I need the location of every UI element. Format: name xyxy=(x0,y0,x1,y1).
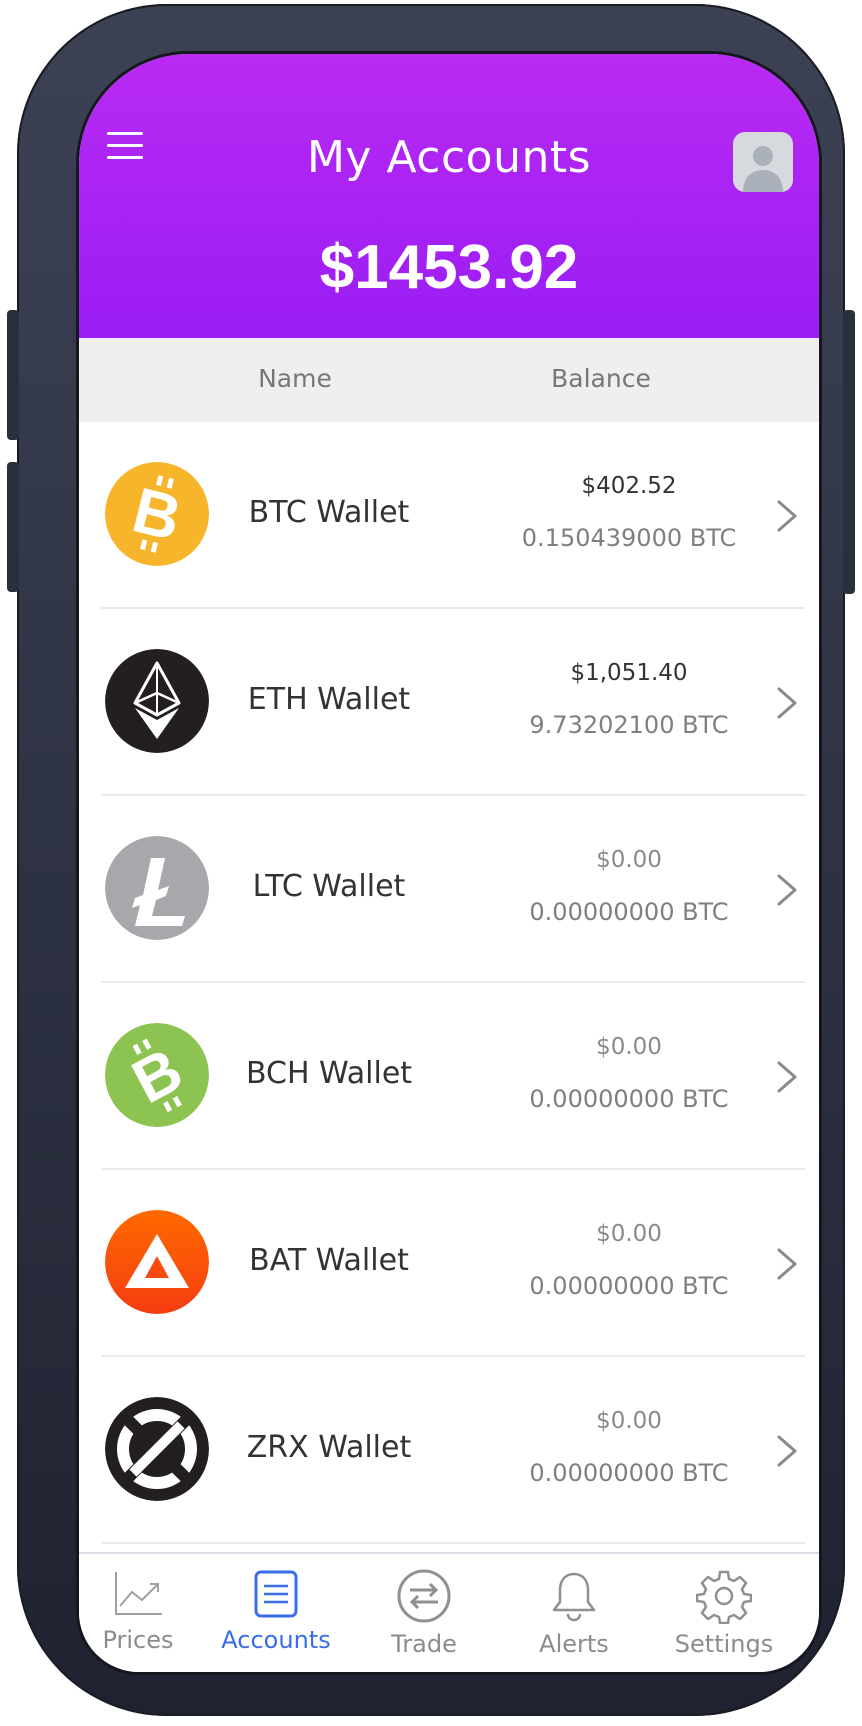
tab-prices[interactable]: Prices xyxy=(79,1568,213,1668)
page-title: My Accounts xyxy=(306,132,592,183)
wallet-name: BAT Wallet xyxy=(249,1243,409,1278)
wallet-row-btc[interactable]: B BTC Wallet $402.52 0.150439000 BTC xyxy=(79,422,819,609)
phone-frame: My Accounts $1453.92 Name Balance B BTC … xyxy=(7,4,855,1716)
wallet-name: ETH Wallet xyxy=(247,682,411,717)
list-icon xyxy=(254,1570,298,1618)
wallet-row-ltc[interactable]: LTC Wallet $0.00 0.00000000 BTC xyxy=(79,796,819,983)
wallet-btc-balance: 0.00000000 BTC xyxy=(529,898,729,926)
bitcoin-icon: B xyxy=(105,462,209,566)
chevron-right-icon xyxy=(777,500,797,532)
tab-accounts[interactable]: Accounts xyxy=(201,1568,351,1668)
wallet-usd-balance: $0.00 xyxy=(596,1408,662,1434)
wallet-btc-balance: 0.00000000 BTC xyxy=(529,1085,729,1113)
wallet-usd-balance: $0.00 xyxy=(596,1034,662,1060)
wallet-btc-balance: 9.73202100 BTC xyxy=(529,711,729,739)
tab-settings[interactable]: Settings xyxy=(649,1568,799,1668)
ethereum-icon xyxy=(105,649,209,753)
wallet-btc-balance: 0.150439000 BTC xyxy=(521,524,737,552)
tab-trade[interactable]: Trade xyxy=(349,1568,499,1668)
zrx-icon xyxy=(105,1397,209,1501)
chevron-right-icon xyxy=(777,687,797,719)
bat-icon xyxy=(105,1210,209,1314)
wallet-row-zrx[interactable]: ZRX Wallet $0.00 0.00000000 BTC xyxy=(79,1357,819,1544)
volume-down-button xyxy=(7,462,19,592)
column-name: Name xyxy=(258,364,332,393)
wallet-row-eth[interactable]: ETH Wallet $1,051.40 9.73202100 BTC xyxy=(79,609,819,796)
wallet-row-bch[interactable]: B BCH Wallet $0.00 0.00000000 BTC xyxy=(79,983,819,1170)
wallet-usd-balance: $0.00 xyxy=(596,847,662,873)
chevron-right-icon xyxy=(777,1435,797,1467)
bell-icon xyxy=(552,1572,596,1622)
wallet-usd-balance: $0.00 xyxy=(596,1221,662,1247)
tab-bar: Prices Accounts Trade Alerts Settings xyxy=(79,1552,819,1672)
header: My Accounts $1453.92 xyxy=(79,54,819,338)
user-icon xyxy=(743,146,783,192)
wallet-row-bat[interactable]: BAT Wallet $0.00 0.00000000 BTC xyxy=(79,1170,819,1357)
wallet-name: LTC Wallet xyxy=(252,869,406,904)
volume-up-button xyxy=(7,310,19,440)
tab-label: Trade xyxy=(391,1630,457,1658)
tab-label: Accounts xyxy=(221,1626,331,1654)
power-button xyxy=(843,310,855,594)
wallet-btc-balance: 0.00000000 BTC xyxy=(529,1272,729,1300)
tab-alerts[interactable]: Alerts xyxy=(499,1568,649,1668)
bitcoin-cash-icon: B xyxy=(105,1023,209,1127)
wallet-usd-balance: $1,051.40 xyxy=(570,660,688,686)
row-divider xyxy=(101,1542,805,1544)
avatar[interactable] xyxy=(733,132,793,192)
app-screen: My Accounts $1453.92 Name Balance B BTC … xyxy=(79,54,819,1672)
chevron-right-icon xyxy=(777,874,797,906)
gear-icon xyxy=(696,1570,752,1624)
wallet-btc-balance: 0.00000000 BTC xyxy=(529,1459,729,1487)
tab-label: Settings xyxy=(674,1630,774,1658)
total-balance: $1453.92 xyxy=(319,233,579,302)
tab-label: Prices xyxy=(102,1626,174,1654)
chart-icon xyxy=(115,1572,162,1615)
tab-label: Alerts xyxy=(539,1630,609,1658)
wallet-name: BCH Wallet xyxy=(245,1056,413,1091)
wallet-name: ZRX Wallet xyxy=(246,1430,412,1465)
column-balance: Balance xyxy=(551,364,651,393)
wallet-name: BTC Wallet xyxy=(248,495,410,530)
column-header: Name Balance xyxy=(79,338,819,422)
chevron-right-icon xyxy=(777,1061,797,1093)
exchange-icon xyxy=(397,1569,451,1623)
wallet-usd-balance: $402.52 xyxy=(581,473,677,499)
litecoin-icon xyxy=(105,836,209,940)
chevron-right-icon xyxy=(777,1248,797,1280)
